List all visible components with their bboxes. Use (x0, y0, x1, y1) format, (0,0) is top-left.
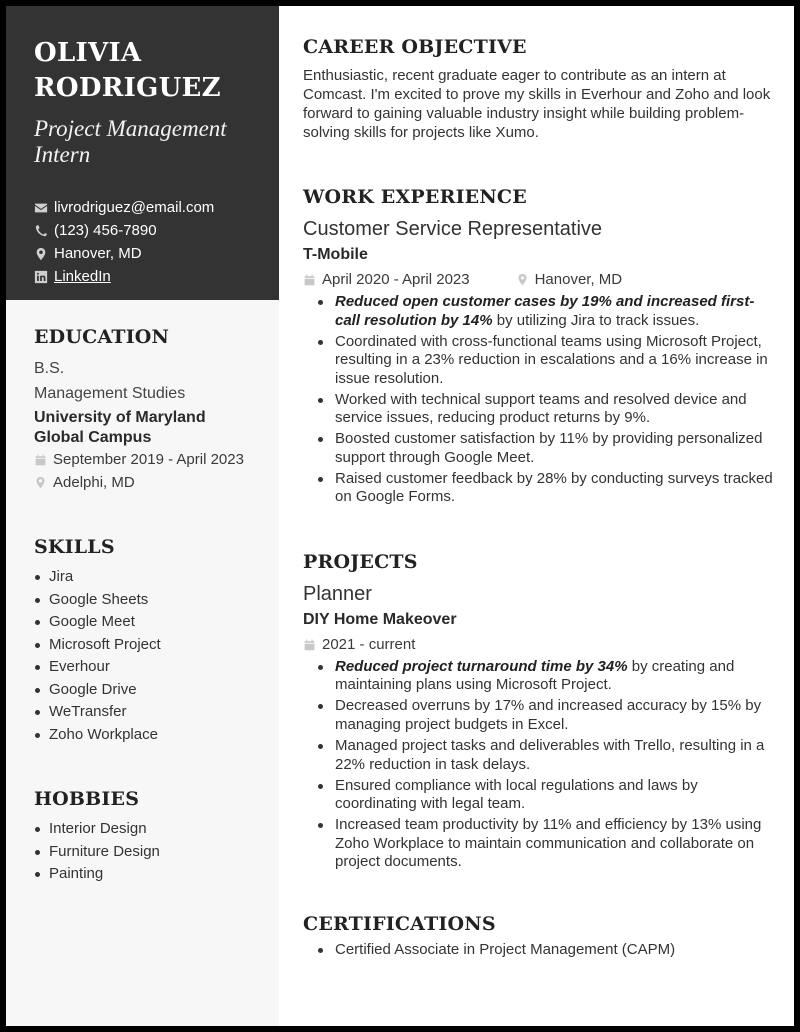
candidate-name: OLIVIA RODRIGUEZ (34, 36, 259, 106)
education-dates: September 2019 - April 2023 (34, 448, 259, 471)
bullet-text: Raised customer feedback by 28% by condu… (335, 469, 773, 506)
title-line-1: Project Management (34, 116, 227, 141)
job-bullets: Reduced open customer cases by 19% and i… (303, 293, 774, 507)
contact-email: livrodriguez@email.com (34, 196, 259, 219)
sidebar: OLIVIA RODRIGUEZ Project Management Inte… (6, 6, 279, 1026)
list-item: Interior Design (34, 818, 259, 841)
bullet-item: Coordinated with cross-functional teams … (318, 332, 774, 389)
map-pin-icon (34, 247, 48, 261)
job-position: Customer Service Representative (303, 218, 603, 240)
bullet-text: Coordinated with cross-functional teams … (335, 332, 768, 387)
title-line-2: Intern (34, 142, 91, 167)
linkedin-link[interactable]: LinkedIn (54, 265, 111, 288)
work-heading: WORK EXPERIENCE (303, 186, 527, 208)
phone-text: (123) 456-7890 (54, 222, 157, 239)
certifications-list: Certified Associate in Project Managemen… (303, 941, 774, 960)
job-location: Hanover, MD (516, 268, 623, 291)
envelope-icon (34, 201, 48, 215)
objective-heading: CAREER OBJECTIVE (303, 36, 527, 58)
bullet-item: Worked with technical support teams and … (318, 390, 774, 428)
contact-phone: (123) 456-7890 (34, 219, 259, 242)
education-heading: EDUCATION (34, 326, 170, 348)
calendar-icon (304, 274, 315, 286)
certifications-heading: CERTIFICATIONS (303, 912, 496, 935)
bullet-item: Certified Associate in Project Managemen… (318, 941, 774, 960)
hobbies-section: HOBBIES Interior Design Furniture Design… (6, 788, 279, 886)
bullet-item: Ensured compliance with local regulation… (318, 776, 774, 814)
calendar-icon (304, 639, 315, 651)
certifications-section: CERTIFICATIONS Certified Associate in Pr… (303, 913, 774, 960)
project-role: Planner (303, 582, 372, 605)
map-pin-icon (36, 476, 45, 489)
contact-location: Hanover, MD (34, 242, 259, 265)
bullet-item: Managed project tasks and deliverables w… (318, 737, 774, 774)
email-text: livrodriguez@email.com (54, 199, 215, 216)
project-dates: 2021 - current (303, 633, 415, 656)
list-item: WeTransfer (34, 701, 259, 724)
contact-linkedin[interactable]: LinkedIn (34, 265, 259, 288)
list-item: Furniture Design (34, 841, 259, 864)
list-item: Jira (34, 566, 259, 589)
project-bullets: Reduced project turnaround time by 34% b… (303, 658, 774, 872)
location-text: Hanover, MD (534, 271, 623, 288)
calendar-icon (35, 454, 46, 466)
education-location: Adelphi, MD (34, 471, 259, 494)
list-item: Everhour (34, 656, 259, 679)
dates-text: September 2019 - April 2023 (53, 451, 244, 468)
projects-heading: PROJECTS (303, 550, 418, 573)
education-section: EDUCATION B.S. Management Studies Univer… (6, 326, 279, 494)
list-item: Google Sheets (34, 589, 259, 612)
work-experience-section: WORK EXPERIENCE Customer Service Represe… (303, 186, 774, 507)
main-content: CAREER OBJECTIVE Enthusiastic, recent gr… (279, 6, 794, 1026)
dates-text: 2021 - current (322, 635, 416, 653)
bullet-item: Reduced open customer cases by 19% and i… (318, 293, 774, 330)
sidebar-header: OLIVIA RODRIGUEZ Project Management Inte… (6, 6, 279, 300)
project-name: DIY Home Makeover (303, 610, 457, 628)
bullet-text: Boosted customer satisfaction by 11% by … (335, 430, 763, 466)
bullet-item: Decreased overruns by 17% and increased … (318, 697, 774, 734)
list-item: Microsoft Project (34, 634, 259, 657)
bullet-item: Reduced project turnaround time by 34% b… (318, 657, 774, 695)
objective-text: Enthusiastic, recent graduate eager to c… (303, 67, 771, 141)
company-name: T-Mobile (303, 246, 368, 263)
bullet-item: Increased team productivity by 11% and e… (318, 816, 774, 872)
bullet-text: by utilizing Jira to track issues. (492, 311, 700, 329)
resume-page: OLIVIA RODRIGUEZ Project Management Inte… (6, 6, 794, 1026)
bullet-highlight: Reduced project turnaround time by 34% (335, 657, 628, 675)
bullet-item: Boosted customer satisfaction by 11% by … (318, 430, 774, 467)
first-name: OLIVIA (34, 38, 142, 68)
list-item: Zoho Workplace (34, 724, 259, 747)
degree: B.S. (34, 360, 65, 377)
bullet-text: Worked with technical support teams and … (335, 390, 747, 427)
location-text: Hanover, MD (54, 245, 142, 262)
linkedin-icon (34, 270, 48, 284)
hobbies-heading: HOBBIES (34, 788, 140, 810)
field-of-study: Management Studies (34, 385, 186, 402)
job-meta: April 2020 - April 2023 Hanover, MD (303, 268, 774, 291)
project-meta: 2021 - current (303, 633, 774, 656)
phone-icon (34, 224, 48, 238)
dates-text: April 2020 - April 2023 (322, 271, 470, 288)
last-name: RODRIGUEZ (34, 73, 221, 103)
skills-list: Jira Google Sheets Google Meet Microsoft… (34, 566, 259, 746)
job-dates: April 2020 - April 2023 (303, 268, 470, 291)
list-item: Painting (34, 863, 259, 886)
school-name: University of Maryland Global Campus (34, 409, 206, 446)
map-pin-icon (518, 273, 527, 286)
bullet-text: Managed project tasks and deliverables w… (335, 737, 765, 773)
job-title-heading: Project Management Intern (34, 116, 259, 168)
list-item: Google Drive (34, 679, 259, 702)
bullet-text: Decreased overruns by 17% and increased … (335, 697, 762, 733)
contact-list: livrodriguez@email.com (123) 456-7890 Ha… (34, 196, 259, 288)
bullet-item: Raised customer feedback by 28% by condu… (318, 469, 774, 507)
list-item: Google Meet (34, 611, 259, 634)
bullet-text: Ensured compliance with local regulation… (335, 776, 698, 813)
skills-heading: SKILLS (34, 536, 115, 558)
bullet-text: Increased team productivity by 11% and e… (335, 816, 762, 871)
objective-section: CAREER OBJECTIVE Enthusiastic, recent gr… (303, 36, 774, 142)
location-text: Adelphi, MD (53, 474, 135, 491)
projects-section: PROJECTS Planner DIY Home Makeover 2021 … (303, 551, 774, 872)
hobbies-list: Interior Design Furniture Design Paintin… (34, 818, 259, 886)
skills-section: SKILLS Jira Google Sheets Google Meet Mi… (6, 536, 279, 746)
